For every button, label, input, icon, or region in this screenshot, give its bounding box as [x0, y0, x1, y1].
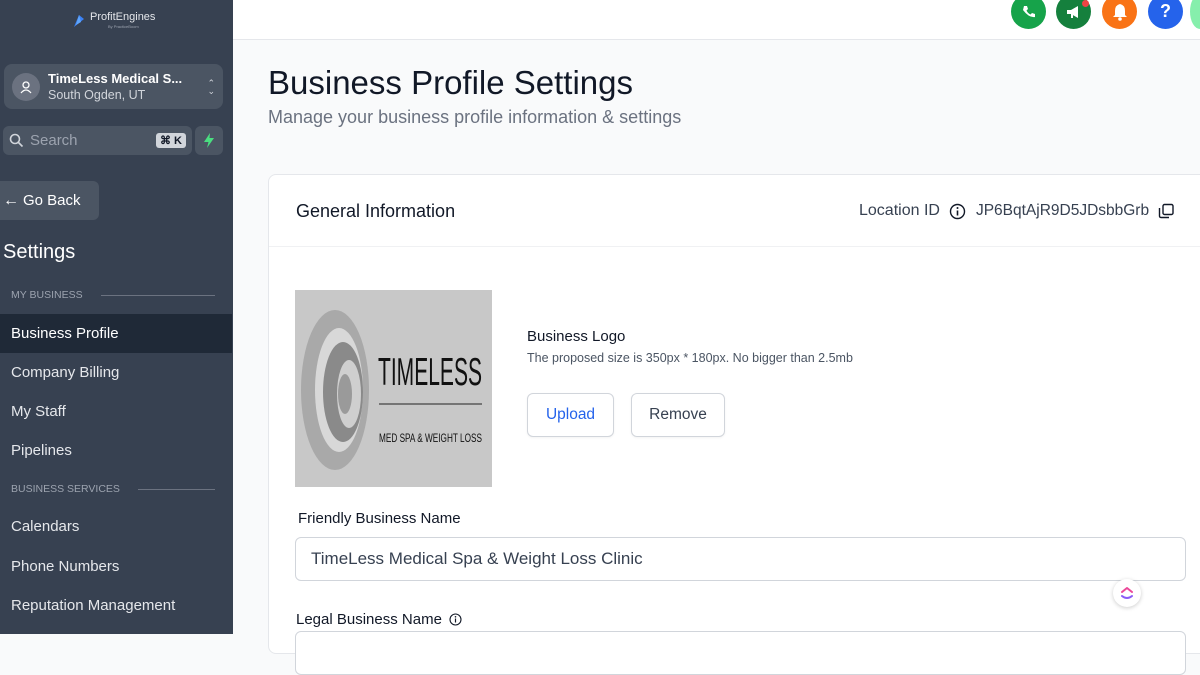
location-icon [12, 72, 40, 101]
arrow-left-icon: ← [3, 191, 19, 209]
location-name: TimeLess Medical S... [48, 71, 183, 86]
sidebar-item-pipelines[interactable]: Pipelines [0, 431, 232, 470]
notifications-button[interactable] [1102, 0, 1137, 29]
friendly-name-label: Friendly Business Name [298, 510, 461, 527]
copy-icon[interactable] [1158, 203, 1175, 220]
lightning-icon [204, 133, 214, 148]
location-address: South Ogden, UT [48, 88, 146, 102]
phone-icon [1022, 5, 1035, 17]
page-subtitle: Manage your business profile information… [268, 107, 682, 127]
sidebar-item-company-billing[interactable]: Company Billing [0, 353, 232, 392]
megaphone-icon [1066, 5, 1078, 18]
phone-button[interactable] [1011, 0, 1046, 29]
brand-tagline: By PracticeBoom [108, 24, 139, 29]
help-button[interactable]: ? [1148, 0, 1183, 29]
settings-heading: Settings [3, 241, 76, 263]
search-shortcut: ⌘ K [156, 133, 186, 148]
info-icon[interactable] [449, 613, 462, 626]
page-title: Business Profile Settings [268, 64, 634, 101]
sidebar: ProfitEngines By PracticeBoom TimeLess M… [0, 0, 233, 634]
logo-description: The proposed size is 350px * 180px. No b… [527, 351, 853, 365]
sidebar-item-calendars[interactable]: Calendars [0, 507, 232, 546]
legal-name-input[interactable] [295, 631, 1186, 675]
sidebar-item-my-staff[interactable]: My Staff [0, 392, 232, 431]
location-id: Location ID JP6BqtAjR9D5JDsbbGrb [859, 202, 1175, 220]
bell-icon [1112, 3, 1127, 21]
info-icon[interactable] [949, 203, 966, 220]
business-logo-image: TIMELESS MED SPA & WEIGHT LOSS [295, 290, 492, 487]
search-icon [9, 133, 24, 148]
clickup-icon [1121, 587, 1133, 599]
legal-name-label: Legal Business Name [296, 611, 462, 628]
notification-dot [1082, 0, 1089, 7]
sidebar-item-reputation-management[interactable]: Reputation Management [0, 586, 232, 625]
go-back-label: Go Back [23, 192, 81, 209]
logo-tagline: MED SPA & WEIGHT LOSS [379, 431, 482, 445]
location-id-value: JP6BqtAjR9D5JDsbbGrb [975, 202, 1150, 219]
brand-name: ProfitEngines [90, 11, 156, 23]
chevron-updown-icon: ⌃ ⌄ [207, 77, 215, 96]
card-header: General Information Location ID JP6BqtAj… [269, 175, 1200, 247]
section-business-services: BUSINESS SERVICES [11, 483, 215, 495]
top-bar: ? [233, 0, 1200, 40]
sidebar-item-business-profile[interactable]: Business Profile [0, 314, 232, 353]
go-back-button[interactable]: ← Go Back [0, 181, 99, 220]
brand-logo[interactable]: ProfitEngines By PracticeBoom [72, 12, 155, 29]
rocket-icon [74, 14, 84, 27]
quick-actions-button[interactable] [195, 126, 223, 155]
location-switcher[interactable]: TimeLess Medical S... South Ogden, UT ⌃ ⌄ [4, 64, 223, 109]
help-icon: ? [1160, 1, 1171, 21]
logo-wordmark: TIMELESS [378, 351, 482, 394]
friendly-name-input[interactable]: TimeLess Medical Spa & Weight Loss Clini… [295, 537, 1186, 581]
search-placeholder: Search [30, 132, 78, 149]
clickup-widget-button[interactable] [1113, 579, 1141, 607]
search-input[interactable]: Search ⌘ K [3, 126, 192, 155]
upload-button[interactable]: Upload [527, 393, 614, 437]
location-id-label: Location ID [859, 202, 940, 219]
profile-button[interactable] [1190, 0, 1200, 29]
logo-title: Business Logo [527, 328, 626, 345]
sidebar-item-phone-numbers[interactable]: Phone Numbers [0, 547, 232, 586]
logo-info: Business Logo The proposed size is 350px… [527, 328, 853, 365]
announcements-button[interactable] [1056, 0, 1091, 29]
card-title: General Information [296, 201, 456, 221]
remove-button[interactable]: Remove [631, 393, 725, 437]
section-my-business: MY BUSINESS [11, 289, 215, 301]
